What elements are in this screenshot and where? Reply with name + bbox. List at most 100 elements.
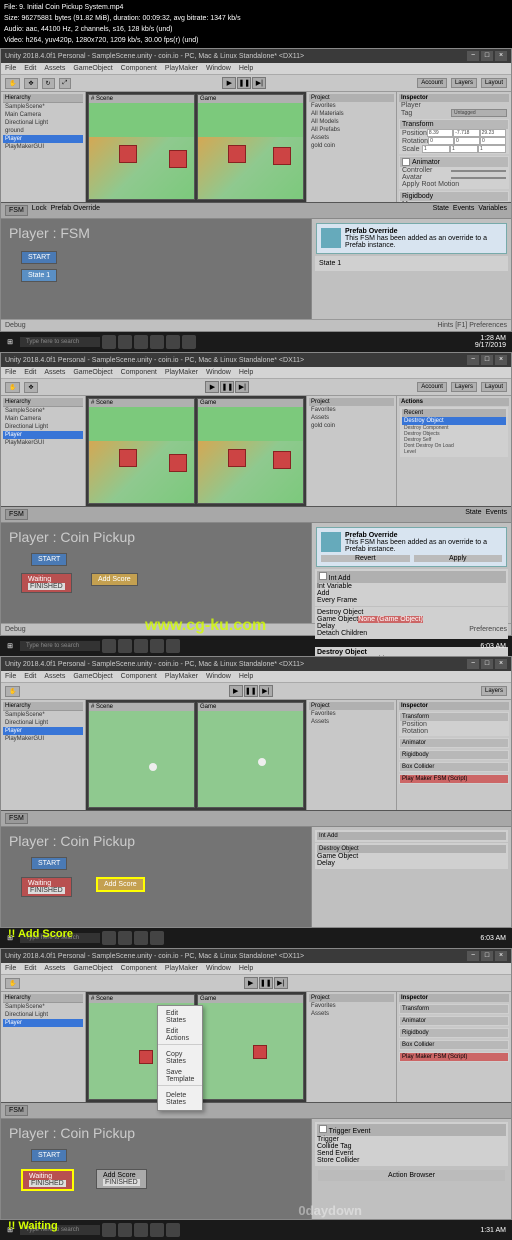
caption-addscore: !! Add Score <box>8 928 73 940</box>
hierarchy-item[interactable]: Main Camera <box>3 111 83 119</box>
hierarchy-item[interactable]: PlayMakerGUI <box>3 143 83 151</box>
scale-tool[interactable]: ⤢ <box>59 78 72 89</box>
layers-dropdown[interactable]: Layers <box>451 78 477 88</box>
menu-window[interactable]: Window <box>206 65 231 72</box>
pm-fsm-tab[interactable]: FSM <box>5 205 28 216</box>
tag-dropdown[interactable]: Untagged <box>451 109 507 117</box>
start-button[interactable]: ⊞ <box>2 334 18 350</box>
hierarchy-item[interactable]: Directional Light <box>3 119 83 127</box>
pos-y[interactable]: -7.718 <box>453 129 479 137</box>
fsm-canvas[interactable]: Player : FSM START State 1 <box>1 219 311 319</box>
caption-waiting: !! Waiting <box>8 1220 58 1232</box>
search-box[interactable]: Type here to search <box>20 337 100 347</box>
task-icon[interactable] <box>134 335 148 349</box>
move-tool[interactable]: ✥ <box>24 78 37 89</box>
menu-item[interactable]: Delete States <box>158 1090 202 1108</box>
toolbar: ✋ ✥ ↻ ⤢ ▶ ❚❚ ▶| Account Layers Layout <box>1 75 511 92</box>
unity-window-1: Unity 2018.4.0f1 Personal - SampleScene.… <box>0 48 512 332</box>
cube-object[interactable] <box>119 145 137 163</box>
menu-playmaker[interactable]: PlayMaker <box>165 65 198 72</box>
hierarchy-item[interactable]: ground <box>3 127 83 135</box>
unity-title: Unity 2018.4.0f1 Personal - SampleScene.… <box>5 53 304 60</box>
task-icon[interactable] <box>118 335 132 349</box>
scene-tab[interactable]: # Scene <box>89 95 194 103</box>
destroy-action[interactable]: Destroy Object <box>317 609 506 616</box>
assets-folder[interactable]: Assets <box>309 134 394 142</box>
task-icon[interactable] <box>150 335 164 349</box>
hierarchy-panel: Hierarchy SampleScene* Main Camera Direc… <box>1 92 86 202</box>
game-tab[interactable]: Game <box>198 95 303 103</box>
menu-edit[interactable]: Edit <box>24 65 36 72</box>
pos-x[interactable]: 8.39 <box>427 129 453 137</box>
waiting-selected[interactable]: WaitingFINISHED <box>21 1169 74 1191</box>
state-1[interactable]: State 1 <box>21 269 57 282</box>
waiting-state[interactable]: WaitingFINISHED <box>21 573 72 593</box>
file-line: File: 9. Initial Coin Pickup System.mp4 <box>4 2 508 13</box>
scene-view[interactable]: # Scene <box>88 398 195 504</box>
rotate-tool[interactable]: ↻ <box>42 78 55 89</box>
transform-header[interactable]: Transform <box>402 121 434 128</box>
step-button[interactable]: ▶| <box>252 77 266 89</box>
hierarchy-header: Hierarchy <box>3 94 83 103</box>
clock[interactable]: 1:28 AM9/17/2019 <box>471 335 510 349</box>
hand-tool[interactable]: ✋ <box>5 78 20 89</box>
menu-gameobject[interactable]: GameObject <box>73 65 112 72</box>
playmaker-panel: FSM Lock Prefab Override State Events Va… <box>1 202 511 331</box>
action-item[interactable]: Level <box>402 449 506 455</box>
inspector-panel: Inspector Player TagUntagged Transform P… <box>396 92 511 202</box>
menu-assets[interactable]: Assets <box>44 65 65 72</box>
menu-file[interactable]: File <box>5 65 16 72</box>
menubar: File Edit Assets GameObject Component Pl… <box>1 63 511 75</box>
animator-header[interactable]: Animator <box>412 159 440 166</box>
apply-button[interactable]: Apply <box>414 555 503 562</box>
revert-button[interactable]: Revert <box>321 555 410 562</box>
start-state[interactable]: START <box>21 251 57 264</box>
project-item[interactable]: All Materials <box>309 110 394 118</box>
rigidbody-header[interactable]: Rigidbody <box>402 193 433 200</box>
prefab-override-box: Prefab Override This FSM has been added … <box>316 223 507 254</box>
actions-browser: Actions Recent Destroy Object Destroy Co… <box>396 396 511 506</box>
task-icon[interactable] <box>166 335 180 349</box>
audio-line: Audio: aac, 44100 Hz, 2 channels, s16, 1… <box>4 24 508 35</box>
project-item[interactable]: All Models <box>309 118 394 126</box>
add-score-state[interactable]: Add Score <box>91 573 138 586</box>
action-browser-button[interactable]: Action Browser <box>318 1170 505 1181</box>
add-score-selected[interactable]: Add Score <box>96 877 145 892</box>
task-icon[interactable] <box>182 335 196 349</box>
menu-component[interactable]: Component <box>121 65 157 72</box>
unity-window-2: Unity 2018.4.0f1 Personal - SampleScene.… <box>0 352 512 636</box>
project-item[interactable]: gold coin <box>309 142 394 150</box>
game-view[interactable]: Game <box>197 94 304 200</box>
task-icon[interactable] <box>102 335 116 349</box>
size-line: Size: 96275881 bytes (91.82 MiB), durati… <box>4 13 508 24</box>
favorites[interactable]: Favorites <box>309 102 394 110</box>
hierarchy-item-player[interactable]: Player <box>3 135 83 143</box>
titlebar: Unity 2018.4.0f1 Personal - SampleScene.… <box>1 49 511 63</box>
menu-item[interactable]: Edit Actions <box>158 1026 202 1044</box>
cube-object <box>228 145 246 163</box>
game-view[interactable]: Game <box>197 398 304 504</box>
menu-item[interactable]: Copy States <box>158 1049 202 1067</box>
account-dropdown[interactable]: Account <box>417 78 447 88</box>
object-name[interactable]: Player <box>401 102 507 109</box>
play-button[interactable]: ▶ <box>222 77 236 89</box>
prefab-icon <box>321 228 341 248</box>
close-button[interactable]: × <box>495 51 507 61</box>
scene-view[interactable]: # Scene <box>88 94 195 200</box>
inspector-header: Inspector <box>399 94 509 102</box>
project-item[interactable]: All Prefabs <box>309 126 394 134</box>
menu-item[interactable]: Edit States <box>158 1008 202 1026</box>
pause-button[interactable]: ❚❚ <box>237 77 251 89</box>
action-selected[interactable]: Destroy Object <box>402 417 506 425</box>
unity-window-3: Unity 2018.4.0f1 Personal - SampleScene.… <box>0 656 512 928</box>
menu-item[interactable]: Save Template <box>158 1067 202 1085</box>
fsm-canvas[interactable]: Player : Coin Pickup START WaitingFINISH… <box>1 523 311 623</box>
scene-root[interactable]: SampleScene* <box>3 103 83 111</box>
minimize-button[interactable]: − <box>467 51 479 61</box>
player-char[interactable] <box>149 763 157 771</box>
cube-object[interactable] <box>169 150 187 168</box>
layout-dropdown[interactable]: Layout <box>481 78 507 88</box>
pos-z[interactable]: 29.23 <box>480 129 506 137</box>
menu-help[interactable]: Help <box>239 65 253 72</box>
maximize-button[interactable]: □ <box>481 51 493 61</box>
